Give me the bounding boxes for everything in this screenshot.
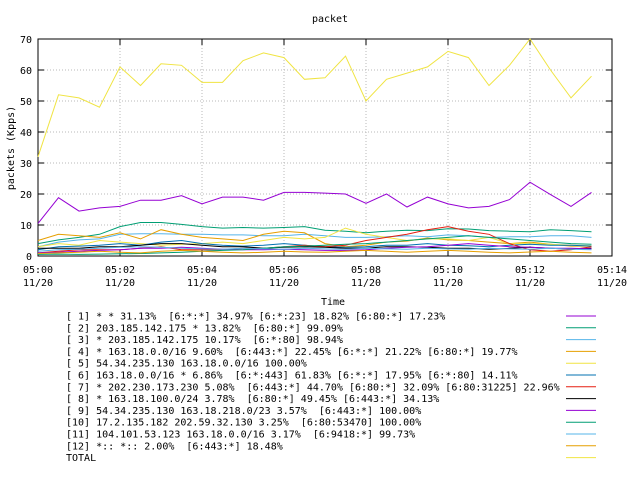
plot-border [37, 38, 613, 257]
series-line-13 [37, 38, 592, 157]
y-tick-label: 10 [20, 221, 32, 232]
x-tick-label-time: 05:08 [351, 265, 381, 276]
x-tick-label-time: 05:04 [187, 265, 217, 276]
x-tick-label-date: 11/20 [597, 278, 627, 289]
x-tick-label-time: 05:14 [597, 265, 627, 276]
x-tick-label-date: 11/20 [433, 278, 463, 289]
legend-label-3: [ 3] * 203.185.142.175 10.17% [6:*:80] 9… [66, 335, 343, 346]
x-tick-label-time: 05:10 [433, 265, 463, 276]
legend-label-10: [10] 17.2.135.182 202.59.32.130 3.25% [6… [66, 418, 421, 429]
x-tick-label-time: 05:06 [269, 265, 299, 276]
legend: [ 1] * * 31.13% [6:*:*] 34.97% [6:*:23] … [66, 312, 596, 464]
legend-label-6: [ 6] 163.18.0.0/16 * 6.86% [6:*:443] 61.… [66, 371, 518, 382]
legend-label-11: [11] 104.101.53.123 163.18.0.0/16 3.17% … [66, 430, 415, 441]
x-tick-label-date: 11/20 [269, 278, 299, 289]
legend-label-1: [ 1] * * 31.13% [6:*:*] 34.97% [6:*:23] … [66, 312, 445, 323]
x-tick-label-date: 11/20 [351, 278, 381, 289]
legend-label-9: [ 9] 54.34.235.130 163.18.218.0/23 3.57%… [66, 406, 421, 417]
chart-title: packet [312, 14, 348, 25]
y-tick-label: 0 [26, 252, 32, 263]
series-lines [37, 38, 592, 255]
y-tick-label: 60 [20, 66, 32, 77]
legend-label-7: [ 7] * 202.230.173.230 5.08% [6:443:*] 4… [66, 382, 560, 393]
series-line-12 [37, 249, 592, 254]
y-tick-label: 20 [20, 190, 32, 201]
x-tick-label-date: 11/20 [187, 278, 217, 289]
legend-label-4: [ 4] * 163.18.0.0/16 9.60% [6:443:*] 22.… [66, 347, 518, 358]
y-tick-label: 50 [20, 97, 32, 108]
x-tick-label-date: 11/20 [23, 278, 53, 289]
legend-label-13: TOTAL [66, 453, 96, 464]
y-tick-label: 70 [20, 35, 32, 46]
y-tick-label: 40 [20, 128, 32, 139]
legend-label-2: [ 2] 203.185.142.175 * 13.82% [6:80:*] 9… [66, 323, 343, 334]
x-tick-label-date: 11/20 [105, 278, 135, 289]
grid-lines [38, 39, 612, 256]
x-tick-label-date: 11/20 [515, 278, 545, 289]
y-tick-label: 30 [20, 159, 32, 170]
axes [37, 38, 613, 257]
legend-label-8: [ 8] * 163.18.100.0/24 3.78% [6:80:*] 49… [66, 394, 439, 405]
series-line-1 [37, 181, 592, 224]
legend-label-12: [12] *:: *:: 2.00% [6:443:*] 18.48% [66, 441, 283, 452]
x-tick-label-time: 05:12 [515, 265, 545, 276]
legend-label-5: [ 5] 54.34.235.130 163.18.0.0/16 100.00% [66, 359, 307, 370]
packet-chart: packet packets (Kpps) Time 0 10 20 30 40 50 60… [6, 14, 627, 464]
series-line-3 [37, 233, 592, 248]
y-axis-label: packets (Kpps) [6, 106, 17, 190]
tick-labels: 0 10 20 30 40 50 60 70 05:00 11/20 05:02 11/20 05:04… [20, 35, 627, 289]
x-tick-label-time: 05:00 [23, 265, 53, 276]
x-axis-label: Time [321, 297, 345, 308]
x-tick-label-time: 05:02 [105, 265, 135, 276]
